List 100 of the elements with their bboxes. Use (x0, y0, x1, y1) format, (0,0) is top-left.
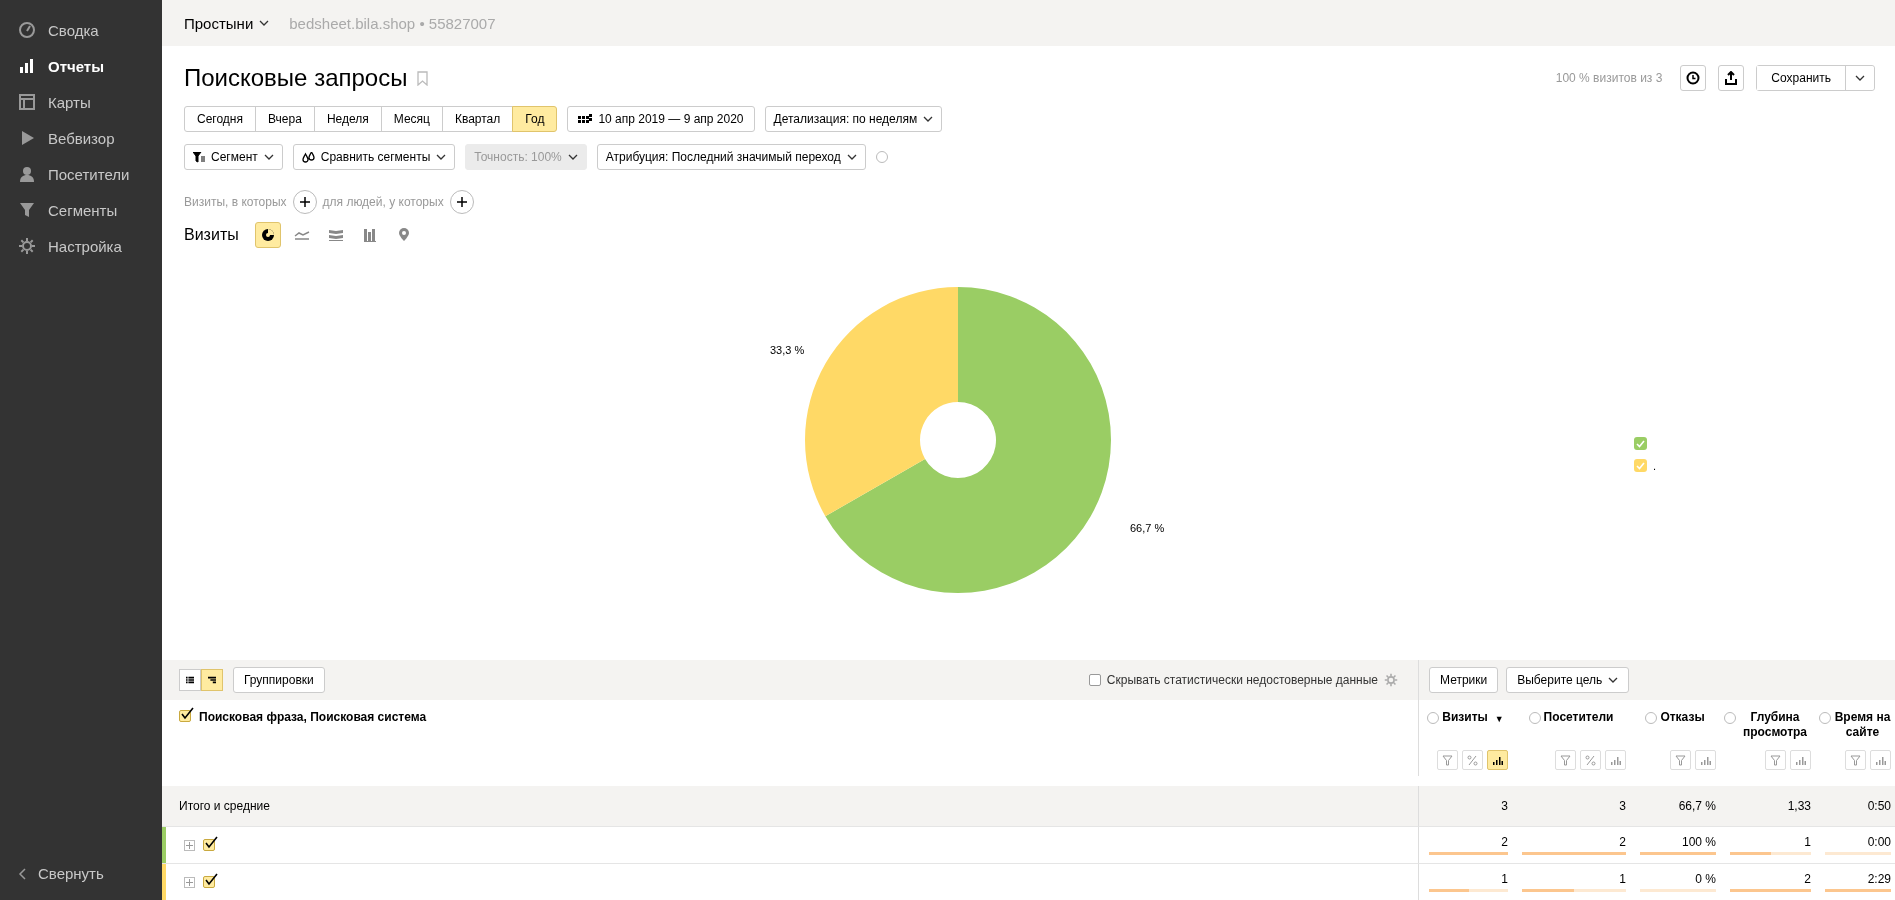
add-condition-button[interactable] (449, 190, 474, 214)
table-cell-text: 2 (1500, 835, 1508, 849)
column-header[interactable]: Время на сайте (1834, 710, 1891, 740)
checkbox[interactable] (203, 876, 215, 888)
caret-icon (567, 154, 578, 160)
slice-label: 33,3 % (770, 344, 805, 356)
date-range-button[interactable]: 10 апр 2019 — 9 апр 2020 (567, 106, 755, 132)
caret-icon (259, 20, 270, 26)
percent-icon (1585, 754, 1596, 766)
check-icon (1636, 461, 1645, 470)
bar-chart-icon (18, 57, 36, 75)
caret-icon (1855, 75, 1865, 81)
sidebar-item[interactable]: Настройка (0, 228, 162, 264)
column-header[interactable]: Отказы (1660, 710, 1705, 725)
period-button[interactable]: Неделя (313, 106, 382, 132)
period-button[interactable]: Квартал (441, 106, 514, 132)
bookmark-icon[interactable] (417, 70, 429, 86)
table-cell-text: 2:29 (1866, 872, 1891, 886)
expand-button[interactable] (184, 839, 195, 851)
table-cell-text: 100 % (1680, 835, 1716, 849)
plus-icon (186, 841, 193, 849)
plus-icon (456, 197, 467, 207)
check-icon (1636, 439, 1645, 448)
tree-view-button[interactable] (201, 669, 223, 691)
pie-chart-icon (259, 227, 276, 243)
goal-dropdown[interactable]: Выберите цель (1506, 667, 1630, 693)
slice-label: 66,7 % (1130, 522, 1165, 534)
list-view-button[interactable] (179, 669, 201, 691)
column-chart-icon (361, 227, 378, 243)
gauge-icon (18, 21, 36, 39)
checkbox[interactable] (179, 710, 191, 722)
sort-indicator: ▼ (1494, 713, 1504, 726)
column-header[interactable]: Визиты (1442, 710, 1488, 725)
list-icon (186, 676, 194, 684)
person-icon (18, 165, 36, 183)
site-label: bedsheet.bila.shop • 55827007 (289, 14, 496, 32)
sidebar-item[interactable]: Вебвизор (0, 120, 162, 156)
column-header[interactable]: Посетители (1543, 710, 1614, 725)
bar-chart-icon (1610, 754, 1621, 766)
period-button[interactable]: Год (512, 106, 558, 132)
history-button[interactable] (1680, 65, 1707, 91)
table-cell-text: 1 (1618, 872, 1626, 886)
period-button[interactable]: Месяц (380, 106, 443, 132)
counter-selector[interactable]: Простыни (184, 14, 270, 32)
sidebar-item[interactable]: Карты (0, 84, 162, 120)
checkbox[interactable] (203, 839, 215, 851)
totals-label: Итого и средние (179, 799, 270, 813)
checkbox-label: Скрывать статистически недостоверные данные (1106, 673, 1378, 687)
attribution-dropdown[interactable]: Атрибуция: Последний значимый переход (596, 144, 866, 170)
sidebar-item[interactable]: Сводка (0, 12, 162, 48)
caret-icon (436, 154, 447, 160)
add-condition-button[interactable] (292, 190, 317, 214)
chevron-left-icon (18, 867, 26, 880)
check-icon (204, 873, 218, 887)
legend-checkbox[interactable] (1634, 459, 1647, 472)
table-cell-text: 0:00 (1866, 835, 1891, 849)
sidebar-item[interactable]: Сегменты (0, 192, 162, 228)
period-button[interactable]: Вчера (255, 106, 315, 132)
legend-label: . (1653, 460, 1657, 472)
save-button[interactable]: Сохранить (1757, 66, 1846, 90)
sidebar-item[interactable]: Посетители (0, 156, 162, 192)
condition-label: Визиты, в которых (184, 195, 287, 209)
checkbox[interactable] (1088, 674, 1101, 686)
filter-button[interactable] (1670, 750, 1691, 770)
sidebar-item[interactable]: Отчеты (0, 48, 162, 84)
caret-icon (923, 116, 934, 122)
bar-chart-button[interactable] (1487, 750, 1508, 770)
caret-icon (263, 154, 274, 160)
table-cell-text: 0 % (1694, 872, 1716, 886)
chart-type-button[interactable] (254, 222, 281, 248)
dimension-header: Поисковая фраза, Поисковая система (199, 710, 427, 724)
funnel-icon (1850, 754, 1861, 766)
filter-button[interactable] (1437, 750, 1458, 770)
expand-button[interactable] (184, 876, 195, 888)
funnel-icon (193, 151, 205, 163)
funnel-icon (1560, 754, 1571, 766)
bar-chart-icon (1492, 754, 1503, 766)
upload-icon (1724, 71, 1739, 85)
export-button[interactable] (1718, 65, 1745, 91)
collapse-link[interactable]: Свернуть (0, 865, 162, 882)
detail-dropdown[interactable]: Детализация: по неделям (764, 106, 943, 132)
percent-button[interactable] (1580, 750, 1601, 770)
filter-button[interactable] (1555, 750, 1576, 770)
compare-segments-button[interactable]: Сравнить сегменты (292, 144, 456, 170)
groupings-button[interactable]: Группировки (233, 667, 325, 693)
check-icon (180, 707, 194, 721)
period-button[interactable]: Сегодня (184, 106, 256, 132)
column-header[interactable]: Глубина просмотра (1739, 710, 1811, 740)
caret-icon (846, 154, 857, 160)
filter-button[interactable] (1765, 750, 1786, 770)
gear-icon[interactable] (1384, 673, 1398, 687)
metrics-button[interactable]: Метрики (1429, 667, 1499, 693)
filter-button[interactable] (1845, 750, 1866, 770)
table-cell-text: 2 (1803, 872, 1811, 886)
total-value: 66,7 % (1678, 799, 1716, 813)
funnel-icon (1675, 754, 1686, 766)
segment-button[interactable]: Сегмент (184, 144, 283, 170)
plus-icon (299, 197, 310, 207)
bar-chart-icon (1700, 754, 1711, 766)
legend-checkbox[interactable] (1634, 437, 1647, 450)
